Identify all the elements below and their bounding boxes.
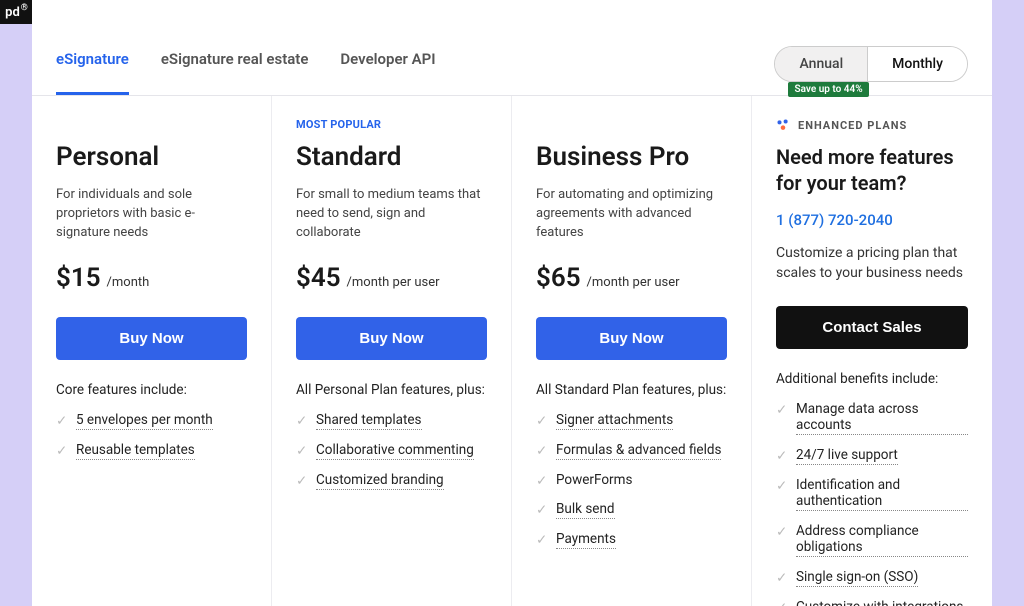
feature-item: ✓Address compliance obligations <box>776 523 968 557</box>
plan-price: $65 /month per user <box>536 263 727 293</box>
feature-item: ✓Signer attachments <box>536 412 727 430</box>
plan-title: Personal <box>56 142 247 172</box>
check-icon: ✓ <box>296 443 308 459</box>
enhanced-description: Customize a pricing plan that scales to … <box>776 243 968 284</box>
check-icon: ✓ <box>536 502 548 518</box>
pricing-plans: Personal For individuals and sole propri… <box>32 96 992 600</box>
features-list: ✓Shared templates ✓Collaborative comment… <box>296 412 487 490</box>
enhanced-icon <box>776 118 790 132</box>
plan-price: $15 /month <box>56 263 247 293</box>
check-icon: ✓ <box>536 413 548 429</box>
features-heading: Core features include: <box>56 382 247 398</box>
features-list: ✓5 envelopes per month ✓Reusable templat… <box>56 412 247 460</box>
plan-business-pro: Business Pro For automating and optimizi… <box>512 96 752 606</box>
check-icon: ✓ <box>536 473 548 489</box>
buy-now-button[interactable]: Buy Now <box>296 317 487 360</box>
check-icon: ✓ <box>776 524 788 540</box>
feature-item: ✓Single sign-on (SSO) <box>776 569 968 587</box>
billing-annual[interactable]: Annual <box>775 47 867 81</box>
save-badge: Save up to 44% <box>788 82 868 97</box>
features-heading: All Personal Plan features, plus: <box>296 382 487 398</box>
feature-item: ✓Payments <box>536 531 727 549</box>
pricing-header: eSignature eSignature real estate Develo… <box>32 0 992 96</box>
plan-enhanced: ENHANCED PLANS Need more features for yo… <box>752 96 992 606</box>
enhanced-eyebrow: ENHANCED PLANS <box>776 118 968 132</box>
check-icon: ✓ <box>296 413 308 429</box>
tab-esignature-realestate[interactable]: eSignature real estate <box>161 50 309 95</box>
feature-item: ✓Customized branding <box>296 472 487 490</box>
plan-price: $45 /month per user <box>296 263 487 293</box>
feature-item: ✓PowerForms <box>536 472 727 489</box>
feature-item: ✓Bulk send <box>536 501 727 519</box>
plan-description: For individuals and sole proprietors wit… <box>56 186 247 243</box>
pricing-page: eSignature eSignature real estate Develo… <box>32 0 992 606</box>
buy-now-button[interactable]: Buy Now <box>536 317 727 360</box>
features-list: ✓Manage data across accounts ✓24/7 live … <box>776 401 968 606</box>
billing-monthly[interactable]: Monthly <box>867 47 967 81</box>
tab-esignature[interactable]: eSignature <box>56 50 129 95</box>
check-icon: ✓ <box>776 402 788 418</box>
plan-title: Business Pro <box>536 142 727 172</box>
contact-sales-button[interactable]: Contact Sales <box>776 306 968 349</box>
plan-tag: MOST POPULAR <box>296 118 487 132</box>
features-heading: All Standard Plan features, plus: <box>536 382 727 398</box>
brand-logo: pd® <box>0 0 32 24</box>
feature-item: ✓Customize with integrations <box>776 599 968 606</box>
plan-standard: MOST POPULAR Standard For small to mediu… <box>272 96 512 606</box>
check-icon: ✓ <box>56 443 68 459</box>
plan-description: For small to medium teams that need to s… <box>296 186 487 243</box>
plan-personal: Personal For individuals and sole propri… <box>32 96 272 606</box>
check-icon: ✓ <box>536 443 548 459</box>
billing-toggle: Annual Monthly Save up to 44% <box>774 46 968 82</box>
check-icon: ✓ <box>776 448 788 464</box>
plan-title: Standard <box>296 142 487 172</box>
features-heading: Additional benefits include: <box>776 371 968 387</box>
features-list: ✓Signer attachments ✓Formulas & advanced… <box>536 412 727 549</box>
feature-item: ✓Collaborative commenting <box>296 442 487 460</box>
buy-now-button[interactable]: Buy Now <box>56 317 247 360</box>
feature-item: ✓Formulas & advanced fields <box>536 442 727 460</box>
feature-item: ✓Identification and authentication <box>776 477 968 511</box>
enhanced-title: Need more features for your team? <box>776 144 968 196</box>
feature-item: ✓Shared templates <box>296 412 487 430</box>
feature-item: ✓Reusable templates <box>56 442 247 460</box>
phone-link[interactable]: 1 (877) 720-2040 <box>776 211 893 229</box>
check-icon: ✓ <box>776 570 788 586</box>
feature-item: ✓5 envelopes per month <box>56 412 247 430</box>
tab-developer-api[interactable]: Developer API <box>340 50 435 95</box>
check-icon: ✓ <box>536 532 548 548</box>
feature-item: ✓Manage data across accounts <box>776 401 968 435</box>
check-icon: ✓ <box>776 478 788 494</box>
plan-description: For automating and optimizing agreements… <box>536 186 727 243</box>
product-tabs: eSignature eSignature real estate Develo… <box>56 50 436 95</box>
feature-item: ✓24/7 live support <box>776 447 968 465</box>
check-icon: ✓ <box>56 413 68 429</box>
check-icon: ✓ <box>776 600 788 606</box>
check-icon: ✓ <box>296 473 308 489</box>
